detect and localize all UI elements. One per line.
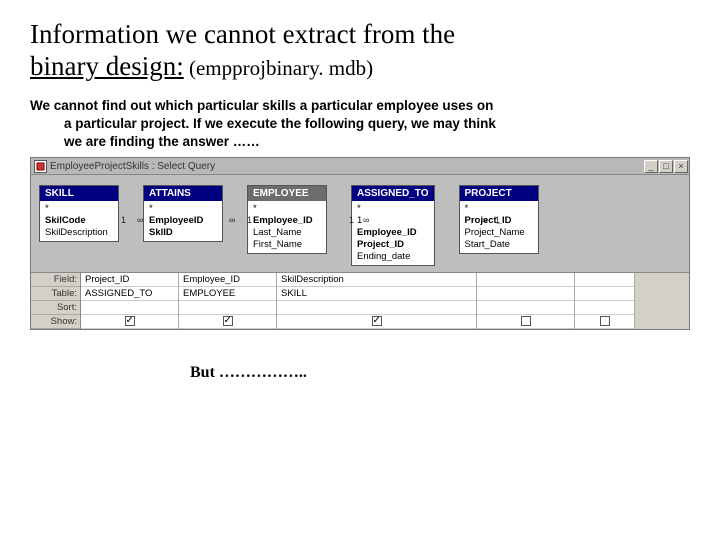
cell-show[interactable] (277, 315, 476, 329)
field-row[interactable]: SkilDescription (40, 227, 118, 239)
cell-field[interactable]: SkilDescription (277, 273, 476, 287)
app-icon (34, 160, 47, 173)
relationship-pane: SKILL * SkilCode SkilDescription 1 ∞ ATT… (31, 175, 689, 273)
cell-table[interactable] (575, 287, 634, 301)
cardinality-many: ∞ (481, 215, 487, 225)
grid-column[interactable]: Employee_ID EMPLOYEE (179, 273, 277, 329)
field-row[interactable]: Start_Date (460, 239, 538, 251)
field-row[interactable]: * (352, 203, 434, 215)
grid-column[interactable] (575, 273, 635, 329)
table-header: PROJECT (460, 186, 538, 201)
cardinality-one: 1 (349, 215, 354, 225)
checkbox-icon[interactable] (372, 316, 382, 326)
but-text: But …………….. (190, 364, 690, 382)
label-table: Table: (31, 287, 80, 301)
label-show: Show: (31, 315, 80, 329)
table-header: ATTAINS (144, 186, 222, 201)
maximize-button[interactable]: □ (659, 160, 673, 173)
cell-show[interactable] (575, 315, 634, 329)
cell-show[interactable] (81, 315, 178, 329)
title-line2: binary design: (30, 51, 184, 81)
cell-sort[interactable] (477, 301, 574, 315)
cell-table[interactable]: SKILL (277, 287, 476, 301)
field-row[interactable]: Project_Name (460, 227, 538, 239)
table-attains[interactable]: ATTAINS * EmployeeID SklID (143, 185, 223, 242)
cell-field[interactable] (575, 273, 634, 287)
checkbox-icon[interactable] (521, 316, 531, 326)
cell-table[interactable]: EMPLOYEE (179, 287, 276, 301)
slide-title: Information we cannot extract from the b… (30, 18, 690, 83)
cell-table[interactable]: ASSIGNED_TO (81, 287, 178, 301)
body-paragraph: We cannot find out which particular skil… (30, 97, 690, 152)
para-line2: a particular project. If we execute the … (64, 115, 690, 133)
window-titlebar: EmployeeProjectSkills : Select Query _ □… (31, 158, 689, 175)
field-row[interactable]: EmployeeID (144, 215, 222, 227)
field-row[interactable]: SkilCode (40, 215, 118, 227)
field-row[interactable]: Ending_date (352, 251, 434, 263)
grid-column[interactable]: SkilDescription SKILL (277, 273, 477, 329)
cell-field[interactable]: Project_ID (81, 273, 178, 287)
table-header: EMPLOYEE (248, 186, 326, 201)
cardinality-many: ∞ (137, 215, 143, 225)
cardinality-one: 1 (121, 215, 126, 225)
cell-show[interactable] (179, 315, 276, 329)
cell-show[interactable] (477, 315, 574, 329)
cell-sort[interactable] (179, 301, 276, 315)
cardinality-many: ∞ (363, 215, 369, 225)
qbe-grid: Field: Table: Sort: Show: Project_ID ASS… (31, 273, 689, 329)
query-design-window: EmployeeProjectSkills : Select Query _ □… (30, 157, 690, 330)
table-header: ASSIGNED_TO (352, 186, 434, 201)
table-employee[interactable]: EMPLOYEE * Employee_ID Last_Name First_N… (247, 185, 327, 254)
checkbox-icon[interactable] (125, 316, 135, 326)
field-row[interactable]: Employee_ID (248, 215, 326, 227)
cell-field[interactable] (477, 273, 574, 287)
table-assigned-to[interactable]: ASSIGNED_TO * 1 Employee_ID Project_ID E… (351, 185, 435, 266)
cell-sort[interactable] (575, 301, 634, 315)
field-row[interactable]: * (460, 203, 538, 215)
cardinality-one: 1 (495, 215, 500, 225)
field-row[interactable]: * (248, 203, 326, 215)
field-row[interactable]: Project_ID (352, 239, 434, 251)
label-field: Field: (31, 273, 80, 287)
cardinality-many: ∞ (229, 215, 235, 225)
cell-sort[interactable] (277, 301, 476, 315)
cell-field[interactable]: Employee_ID (179, 273, 276, 287)
grid-column[interactable] (477, 273, 575, 329)
field-row[interactable]: First_Name (248, 239, 326, 251)
title-sub: (empprojbinary. mdb) (184, 56, 373, 80)
window-title: EmployeeProjectSkills : Select Query (50, 161, 215, 172)
table-header: SKILL (40, 186, 118, 201)
label-sort: Sort: (31, 301, 80, 315)
grid-rowlabels: Field: Table: Sort: Show: (31, 273, 81, 329)
minimize-button[interactable]: _ (644, 160, 658, 173)
cardinality-one: 1 (247, 215, 252, 225)
para-line3: we are finding the answer …… (64, 133, 690, 151)
field-row[interactable]: SklID (144, 227, 222, 239)
close-button[interactable]: × (674, 160, 688, 173)
title-line1: Information we cannot extract from the (30, 19, 455, 49)
field-row[interactable]: * (144, 203, 222, 215)
grid-column[interactable]: Project_ID ASSIGNED_TO (81, 273, 179, 329)
checkbox-icon[interactable] (223, 316, 233, 326)
checkbox-icon[interactable] (600, 316, 610, 326)
field-row[interactable]: Last_Name (248, 227, 326, 239)
cell-table[interactable] (477, 287, 574, 301)
field-row[interactable]: * (40, 203, 118, 215)
field-row[interactable]: Employee_ID (352, 227, 434, 239)
para-line1: We cannot find out which particular skil… (30, 98, 493, 113)
table-skill[interactable]: SKILL * SkilCode SkilDescription (39, 185, 119, 242)
cell-sort[interactable] (81, 301, 178, 315)
